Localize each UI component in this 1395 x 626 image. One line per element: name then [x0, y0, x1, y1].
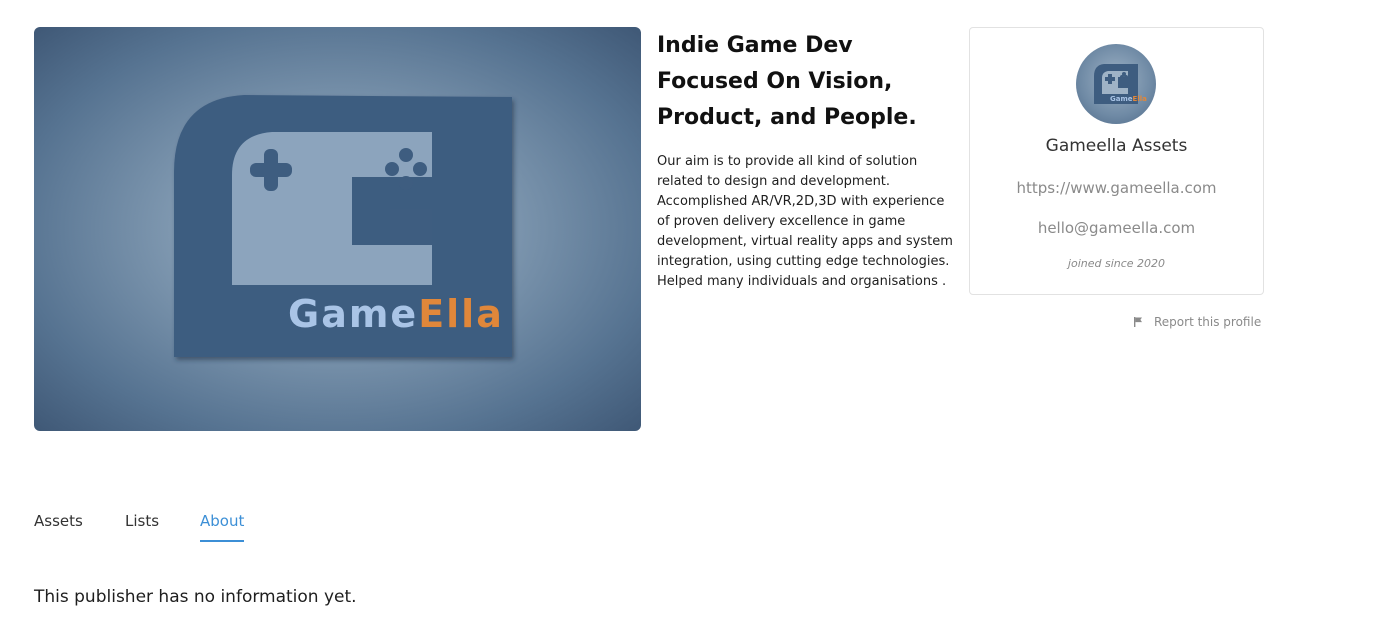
about-empty-message: This publisher has no information yet.	[34, 587, 357, 607]
email-link[interactable]: hello@gameella.com	[970, 219, 1263, 237]
tab-about[interactable]: About	[200, 512, 245, 542]
website-link[interactable]: https://www.gameella.com	[970, 179, 1263, 197]
tab-assets[interactable]: Assets	[34, 512, 83, 540]
logo-text-ella: Ella	[418, 292, 504, 336]
tab-lists[interactable]: Lists	[125, 512, 159, 540]
gameella-logo: GameElla	[174, 95, 512, 357]
publisher-name: Gameella Assets	[1045, 136, 1188, 156]
report-profile-link[interactable]: Report this profile	[1132, 313, 1261, 331]
publisher-banner: GameElla	[34, 27, 641, 431]
flag-icon	[1132, 316, 1144, 328]
publisher-headline: Indie Game Dev Focused On Vision, Produc…	[657, 33, 917, 130]
publisher-description: Our aim is to provide all kind of soluti…	[657, 154, 953, 289]
joined-date: joined since 2020	[1067, 257, 1166, 270]
logo-text-game: Game	[288, 292, 418, 336]
svg-text:GameElla: GameElla	[1110, 95, 1147, 103]
report-profile-label: Report this profile	[1154, 315, 1262, 329]
svg-text:GameElla: GameElla	[288, 292, 504, 336]
avatar: GameElla	[1076, 44, 1156, 124]
publisher-card: GameElla Gameella Assets https://www.gam…	[969, 27, 1264, 295]
